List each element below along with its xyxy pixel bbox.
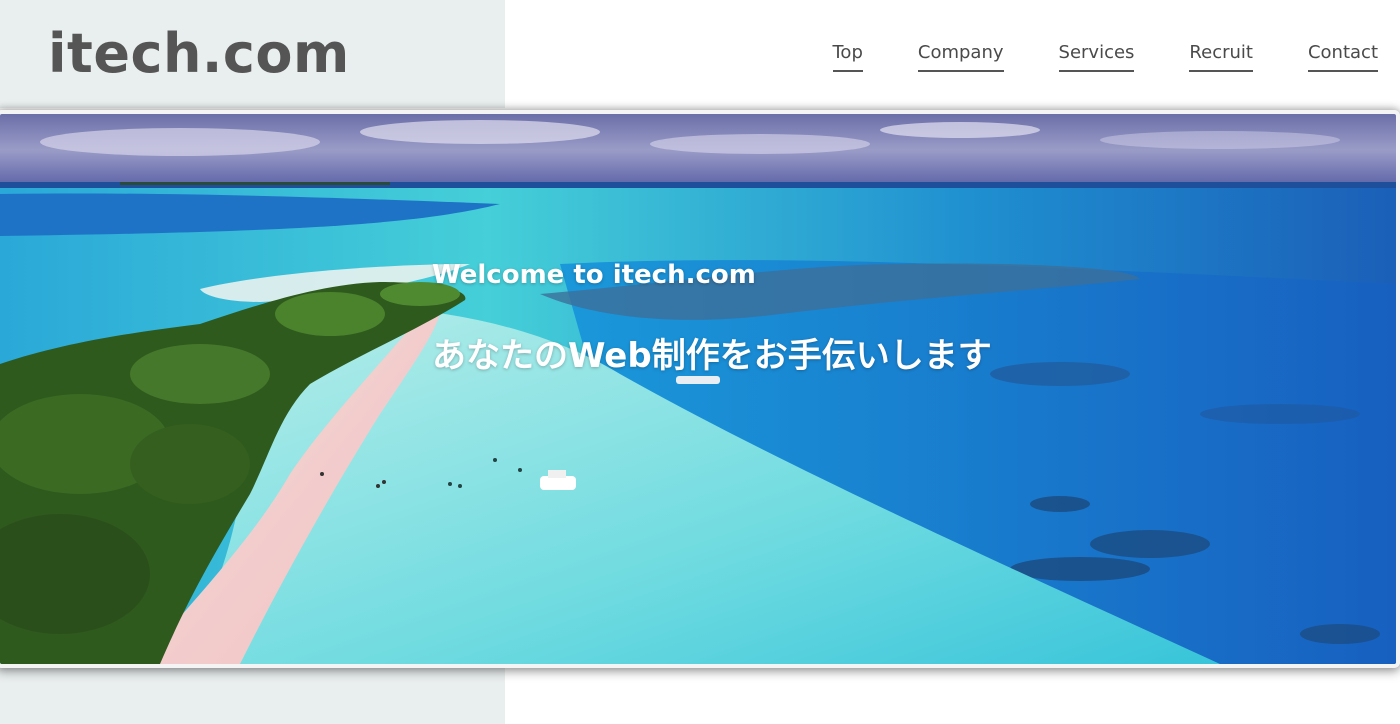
nav-item-recruit[interactable]: Recruit	[1189, 42, 1253, 72]
nav-item-company[interactable]: Company	[917, 42, 1004, 72]
hero-subtitle: あなたのWeb制作をお手伝いします	[432, 336, 992, 376]
nav-item-contact[interactable]: Contact	[1307, 42, 1378, 72]
footer-left-panel	[0, 668, 505, 724]
nav-item-services[interactable]: Services	[1058, 42, 1135, 72]
main-nav: Top Company Services Recruit Contact	[832, 42, 1378, 72]
hero-banner: Welcome to itech.com あなたのWeb制作をお手伝いします	[0, 110, 1400, 668]
hero-image	[0, 114, 1396, 664]
hero-title: Welcome to itech.com	[432, 260, 756, 290]
page: itech.com Top Company Services Recruit C…	[0, 0, 1400, 724]
site-logo[interactable]: itech.com	[48, 22, 350, 86]
nav-item-top[interactable]: Top	[832, 42, 863, 72]
